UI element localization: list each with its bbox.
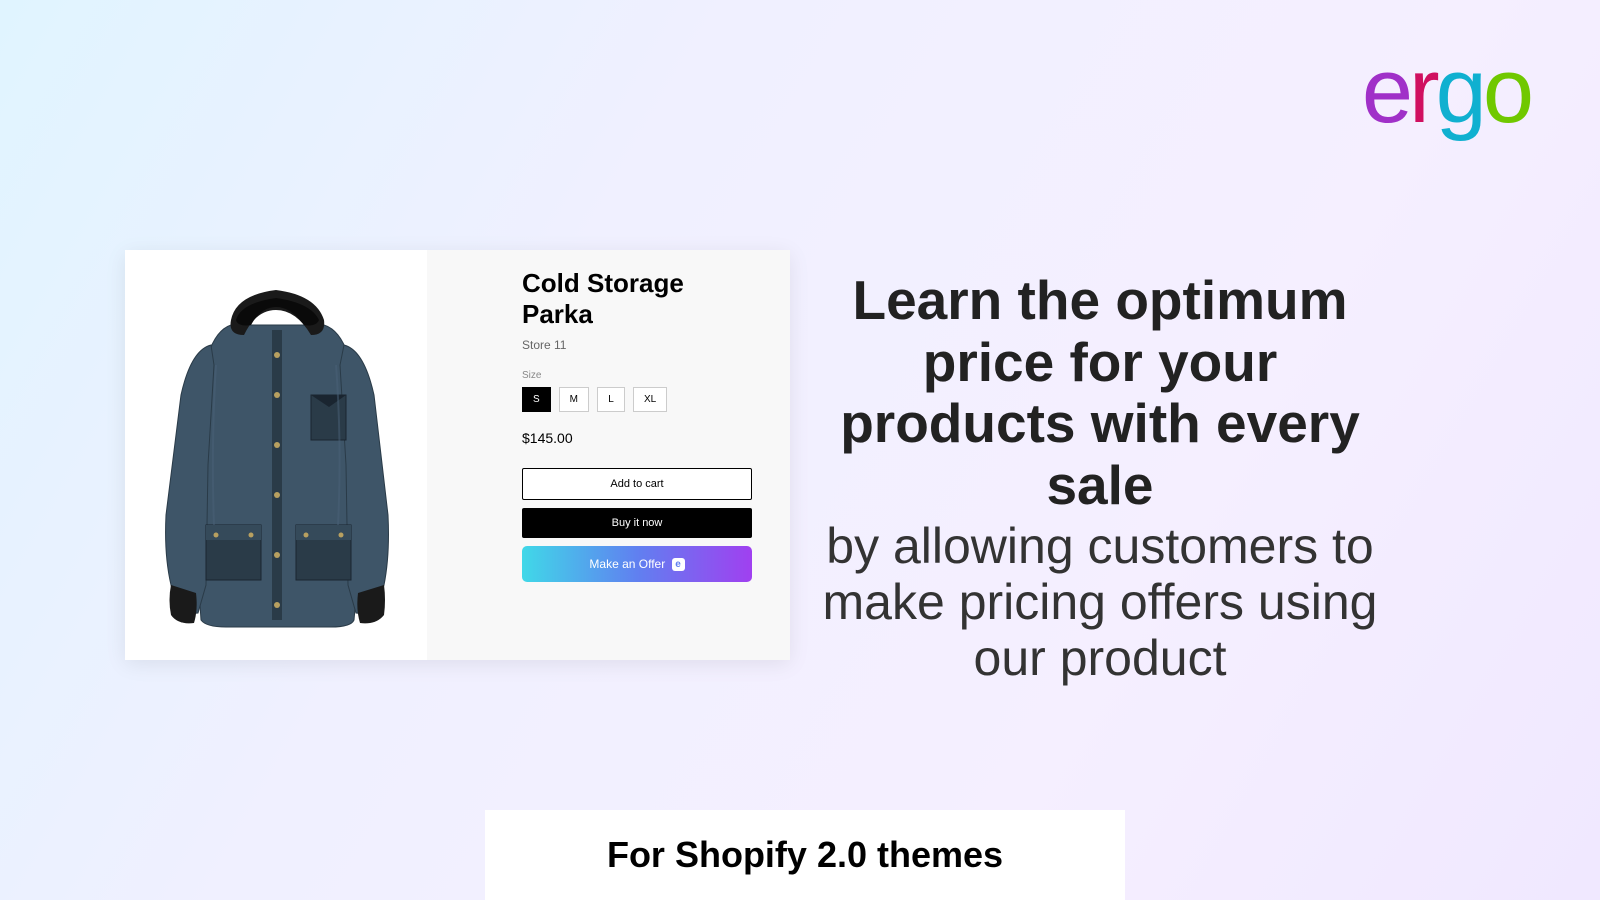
buy-now-button[interactable]: Buy it now <box>522 508 752 538</box>
add-to-cart-button[interactable]: Add to cart <box>522 468 752 500</box>
logo-letter-g: g <box>1436 40 1483 142</box>
product-card: Cold Storage Parka Store 11 Size S M L X… <box>125 250 790 660</box>
product-details: Cold Storage Parka Store 11 Size S M L X… <box>427 250 790 660</box>
make-offer-label: Make an Offer <box>589 557 665 571</box>
size-m-button[interactable]: M <box>559 387 589 412</box>
headline-bold: Learn the optimum price for your product… <box>810 270 1390 516</box>
size-l-button[interactable]: L <box>597 387 625 412</box>
size-options: S M L XL <box>522 387 760 412</box>
logo-letter-e: e <box>1362 40 1409 142</box>
store-name: Store 11 <box>522 338 760 352</box>
logo-letter-o: o <box>1483 40 1530 142</box>
parka-illustration <box>136 265 416 645</box>
footer-text: For Shopify 2.0 themes <box>607 834 1003 876</box>
footer-banner: For Shopify 2.0 themes <box>485 810 1125 900</box>
brand-logo: ergo <box>1362 45 1530 137</box>
size-xl-button[interactable]: XL <box>633 387 667 412</box>
logo-letter-r: r <box>1409 40 1436 142</box>
make-offer-button[interactable]: Make an Offer e <box>522 546 752 582</box>
offer-icon: e <box>672 558 685 571</box>
size-label: Size <box>522 370 760 381</box>
product-price: $145.00 <box>522 430 760 446</box>
headline: Learn the optimum price for your product… <box>810 270 1390 686</box>
headline-regular: by allowing customers to make pricing of… <box>810 518 1390 686</box>
size-s-button[interactable]: S <box>522 387 551 412</box>
product-image <box>125 250 427 660</box>
product-title: Cold Storage Parka <box>522 268 760 330</box>
